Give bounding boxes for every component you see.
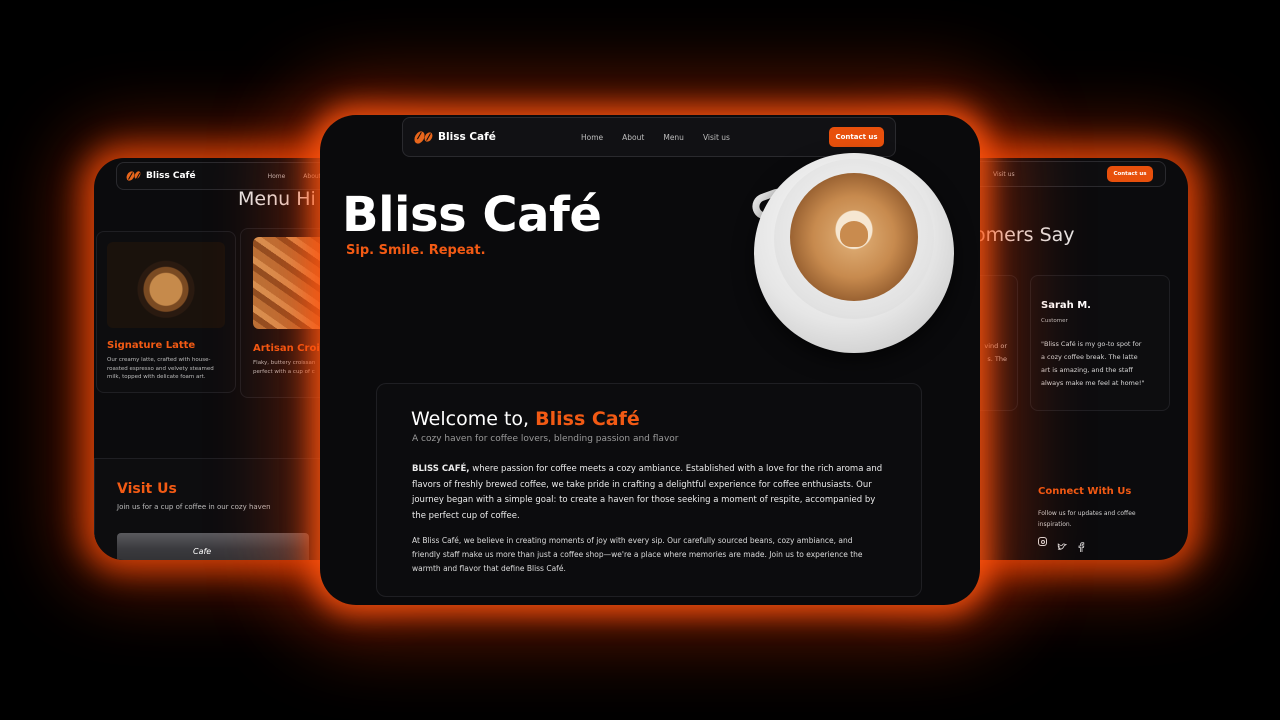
brand-name: Bliss Café <box>438 131 496 143</box>
menu-item-desc: Flaky, buttery croissan perfect with a c… <box>253 360 316 375</box>
social-icons <box>1038 537 1085 552</box>
about-paragraph-2: At Bliss Café, we believe in creating mo… <box>412 536 863 573</box>
nav-links: Home About <box>268 173 321 180</box>
connect-title: Connect With Us <box>1038 486 1132 497</box>
nav-home[interactable]: Home <box>581 133 603 142</box>
visit-title: Visit Us <box>117 481 177 497</box>
building-sign: Cafe <box>193 547 212 556</box>
nav-menu[interactable]: Menu <box>663 133 684 142</box>
review-quote: "Bliss Café is my go-to spot for a cozy … <box>1041 340 1145 387</box>
instagram-icon[interactable] <box>1038 537 1047 546</box>
welcome-card: Welcome to, Bliss Café A cozy haven for … <box>376 383 922 597</box>
brand-name: Bliss Café <box>146 171 196 181</box>
brand-logo[interactable]: Bliss Café <box>124 169 196 183</box>
hero-tagline: Sip. Smile. Repeat. <box>346 243 486 258</box>
hero-title: Bliss Café <box>342 187 602 243</box>
menu-item-title: Signature Latte <box>107 340 196 351</box>
about-paragraph-1: BLISS CAFÉ, where passion for coffee mee… <box>412 464 883 521</box>
menu-item-title: Artisan Crois <box>253 343 326 354</box>
contact-button[interactable]: Contact us <box>829 127 884 147</box>
nav-visit[interactable]: Visit us <box>703 133 730 142</box>
menu-item-desc: Our creamy latte, crafted with house- ro… <box>107 357 214 380</box>
nav-home[interactable]: Home <box>268 173 286 180</box>
reviewer-role: Customer <box>1041 318 1068 324</box>
latte-image <box>107 242 225 328</box>
navbar: Bliss Café Home About Menu Visit us Cont… <box>402 117 896 157</box>
section-title: omers Say <box>974 224 1075 246</box>
homepage-panel: Bliss Café Home About Menu Visit us Cont… <box>320 115 980 605</box>
menu-card-latte[interactable]: Signature Latte Our creamy latte, crafte… <box>96 231 236 393</box>
contact-button[interactable]: Contact us <box>1107 166 1153 182</box>
brand-logo[interactable]: Bliss Café <box>412 129 496 145</box>
connect-text: Follow us for updates and coffee inspira… <box>1038 510 1136 528</box>
welcome-heading: Welcome to, Bliss Café <box>411 408 640 430</box>
section-title: Menu Hi <box>238 188 316 210</box>
coffee-cup-image <box>748 153 962 363</box>
cafe-building-image: Cafe <box>117 533 309 560</box>
visit-subtitle: Join us for a cup of coffee in our cozy … <box>117 503 271 511</box>
reviewer-name: Sarah M. <box>1041 300 1091 311</box>
nav-links: Home About Menu Visit us <box>581 133 730 142</box>
coffee-bean-icon <box>124 169 142 183</box>
testimonial-card: Sarah M. Customer "Bliss Café is my go-t… <box>1030 275 1170 411</box>
nav-visit[interactable]: Visit us <box>993 171 1015 178</box>
welcome-subheading: A cozy haven for coffee lovers, blending… <box>412 434 679 444</box>
twitter-icon[interactable] <box>1057 537 1068 550</box>
facebook-icon[interactable] <box>1077 537 1085 552</box>
coffee-bean-icon <box>412 129 435 145</box>
nav-about[interactable]: About <box>303 173 321 180</box>
nav-about[interactable]: About <box>622 133 644 142</box>
